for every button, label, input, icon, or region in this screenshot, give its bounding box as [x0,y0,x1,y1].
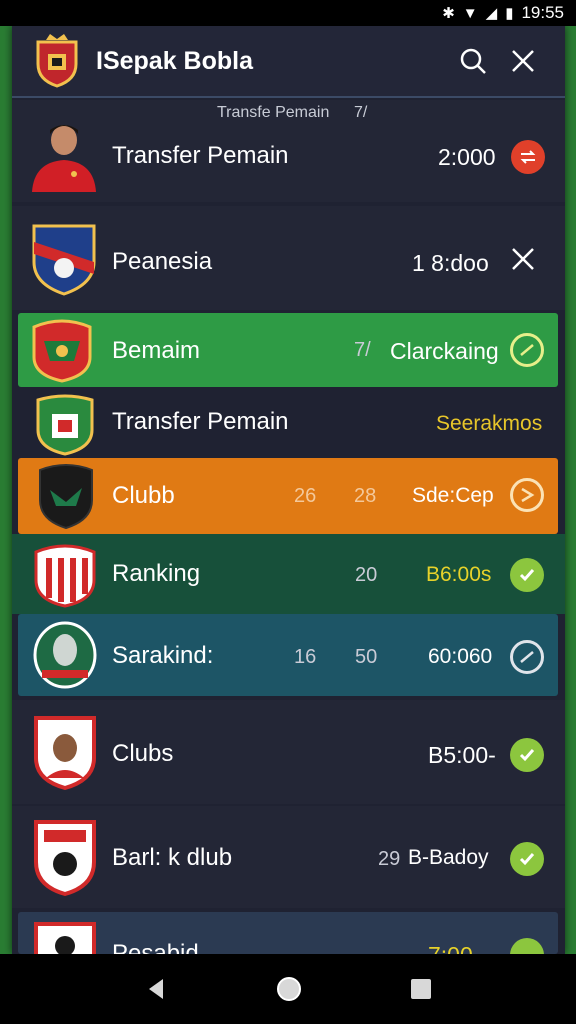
row-number: 7/ [354,339,371,361]
row-value: Sde:Cep [412,484,494,507]
club-crest-icon [34,716,96,790]
row-value: 60:060 [428,645,493,668]
row-value: 2:000 [438,144,496,170]
status-time: 19:55 [521,3,564,22]
row-value: 7:00 [428,942,473,954]
search-icon [460,48,486,74]
list-item[interactable]: Peanesia 1 8:doo [12,206,565,310]
row-name: Pesabid [112,940,199,954]
swap-icon [520,150,536,164]
row-name: Bemaim [112,337,201,364]
bluetooth-icon: ✱ [442,4,455,22]
signal-icon: ◢ [485,4,498,22]
check-icon [519,853,535,866]
status-badge[interactable] [506,242,540,276]
status-badge[interactable] [510,938,544,954]
status-badge[interactable] [510,738,544,772]
row-name: Clubs [112,740,174,767]
row-subtitle-extra: 7/ [354,104,368,121]
row-number: 20 [355,564,378,586]
status-badge[interactable] [511,140,545,174]
close-button[interactable] [501,39,545,83]
close-icon [512,50,534,72]
status-badge[interactable] [510,842,544,876]
row-number: 29 [378,848,401,870]
list-item[interactable]: Transfer Pemain Seerakmos [12,390,565,458]
status-badge[interactable] [510,333,544,367]
app-logo-icon [36,34,78,88]
row-value: B5:00- [428,742,496,768]
club-crest-icon [34,820,96,896]
row-name: Clubb [112,482,175,509]
android-nav-bar [0,954,576,1024]
list-item[interactable]: Pesabid 7:00 [18,912,558,954]
row-value: B-Badoy [408,846,489,869]
row-number: 50 [355,646,378,668]
row-name: Sarakind: [112,642,214,669]
row-name: Transfer Pemain [112,408,289,435]
list-item[interactable]: Ranking 20 B6:00s [12,534,565,614]
row-value: 1 8:doo [412,250,489,276]
row-name: Transfer Pemain [112,142,289,169]
wifi-icon: ▼ [462,4,478,22]
club-crest-icon [32,224,96,296]
row-number: 26 [294,485,317,507]
club-crest-icon [32,319,92,383]
check-icon [519,569,535,582]
row-value: Clarckaing [390,338,499,364]
row-name: Ranking [112,560,201,587]
check-circle-icon [520,344,534,356]
check-circle-icon [520,651,534,663]
club-crest-icon [39,464,93,530]
row-subtitle: Transfe Pemain [217,104,330,121]
row-value: B6:00s [426,563,492,586]
home-icon[interactable] [275,975,303,1003]
row-name: Peanesia [112,248,213,275]
row-name: Barl: k dlub [112,844,233,871]
club-crest-icon [36,394,94,456]
club-crest-icon [34,544,96,608]
list-item[interactable]: Clubb 26 28 Sde:Cep [18,458,558,534]
status-badge[interactable] [510,478,544,512]
club-crest-icon [34,922,96,954]
crossed-swords-icon [512,248,534,270]
recents-icon[interactable] [409,977,433,1001]
row-number: 16 [294,646,317,668]
club-crest-icon [33,621,97,689]
play-arrow-icon [521,487,535,503]
status-badge[interactable] [510,558,544,592]
list-item[interactable]: Barl: k dlub 29 B-Badoy [12,806,565,908]
search-button[interactable] [451,39,495,83]
status-bar: ✱ ▼ ◢ ▮ 19:55 [0,0,576,26]
app-header: ISepak Bobla [12,26,565,98]
check-icon [519,749,535,762]
list-item[interactable]: Bemaim 7/ Clarckaing [18,313,558,387]
list-item[interactable]: Sarakind: 16 50 60:060 [18,614,558,696]
app-panel: ISepak Bobla Transfe Pemain 7/ Transfer … [12,26,565,954]
row-number: 28 [354,485,377,507]
row-value: Seerakmos [436,412,543,435]
app-title: ISepak Bobla [96,46,253,75]
back-icon[interactable] [143,976,169,1002]
player-avatar-icon [32,125,96,192]
list-item[interactable]: Transfe Pemain 7/ Transfer Pemain 2:000 [12,100,565,202]
battery-icon: ▮ [505,4,514,22]
list-item[interactable]: Clubs B5:00- [12,700,565,804]
status-badge[interactable] [510,640,544,674]
